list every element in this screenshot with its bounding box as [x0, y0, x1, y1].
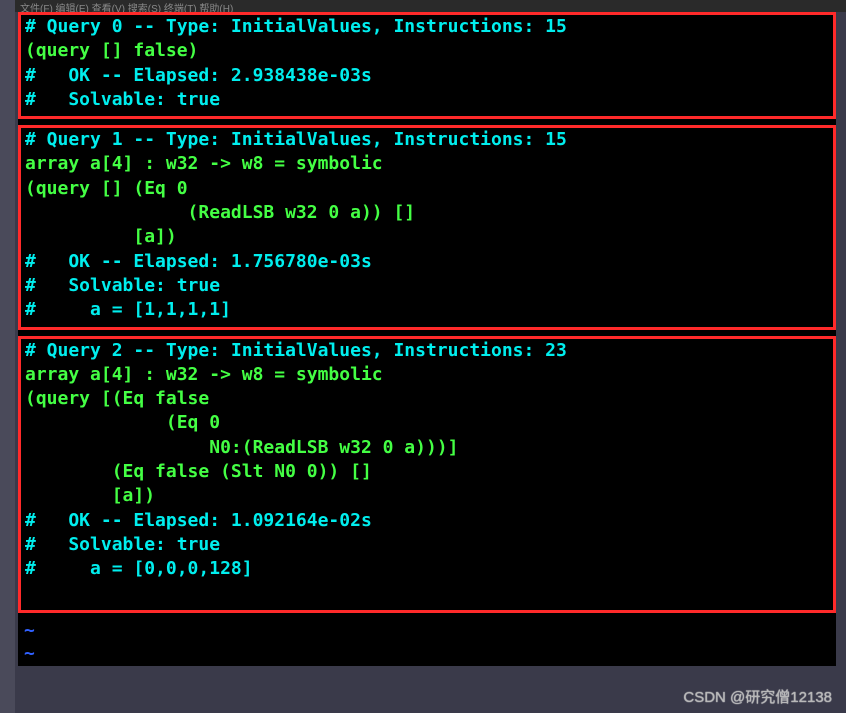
query-body-line: (ReadLSB w32 0 a)) []	[25, 201, 829, 225]
query-body-line: (Eq false (Slt N0 0)) []	[25, 460, 829, 484]
query-ok: # OK -- Elapsed: 1.756780e-03s	[25, 250, 829, 274]
query-block-2: # Query 2 -- Type: InitialValues, Instru…	[18, 336, 836, 613]
query-body-line: N0:(ReadLSB w32 0 a)))]	[25, 436, 829, 460]
vim-tilde: ~	[18, 642, 836, 665]
query-header: # Query 1 -- Type: InitialValues, Instru…	[25, 128, 829, 152]
query-body-line: array a[4] : w32 -> w8 = symbolic	[25, 363, 829, 387]
query-header: # Query 0 -- Type: InitialValues, Instru…	[25, 15, 829, 39]
query-ok: # OK -- Elapsed: 2.938438e-03s	[25, 64, 829, 88]
query-body-line: (query [] false)	[25, 39, 829, 63]
query-body-line: (query [] (Eq 0	[25, 177, 829, 201]
query-block-0: # Query 0 -- Type: InitialValues, Instru…	[18, 12, 836, 119]
query-solvable: # Solvable: true	[25, 88, 829, 112]
query-header: # Query 2 -- Type: InitialValues, Instru…	[25, 339, 829, 363]
query-body-line: [a])	[25, 225, 829, 249]
query-result: # a = [0,0,0,128]	[25, 557, 829, 581]
desktop-left-strip	[0, 0, 15, 713]
terminal-window: # Query 0 -- Type: InitialValues, Instru…	[18, 12, 836, 666]
query-body-line: (query [(Eq false	[25, 387, 829, 411]
query-body-line: (Eq 0	[25, 411, 829, 435]
window-menubar[interactable]: 文件(F) 编辑(E) 查看(V) 搜索(S) 终端(T) 帮助(H)	[0, 0, 846, 12]
csdn-watermark: CSDN @研究僧12138	[683, 686, 832, 707]
query-block-1: # Query 1 -- Type: InitialValues, Instru…	[18, 125, 836, 329]
query-ok: # OK -- Elapsed: 1.092164e-02s	[25, 509, 829, 533]
vim-tilde: ~	[18, 619, 836, 642]
query-solvable: # Solvable: true	[25, 274, 829, 298]
query-body-line: [a])	[25, 484, 829, 508]
query-body-line: array a[4] : w32 -> w8 = symbolic	[25, 152, 829, 176]
query-result: # a = [1,1,1,1]	[25, 298, 829, 322]
query-solvable: # Solvable: true	[25, 533, 829, 557]
blank-line	[25, 582, 829, 606]
terminal-content[interactable]: # Query 0 -- Type: InitialValues, Instru…	[18, 12, 836, 666]
